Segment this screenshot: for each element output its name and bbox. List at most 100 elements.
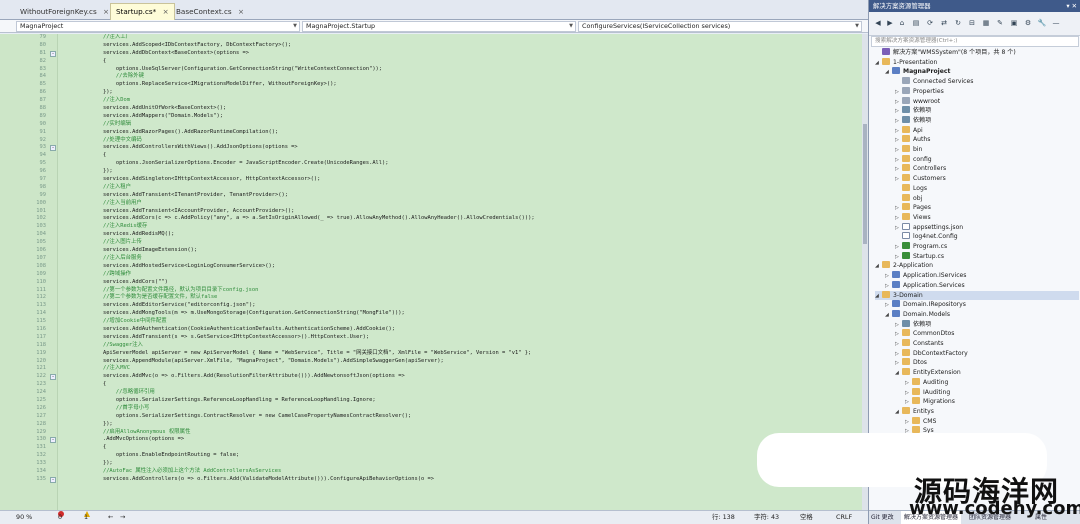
code-line[interactable]: 113 services.AddEditorService("editorcon… — [0, 302, 862, 310]
tree-item[interactable]: ▷ wwwroot — [895, 96, 1079, 107]
code-line[interactable]: 122- services.AddMvc(o => o.Filters.Add(… — [0, 373, 862, 381]
tree-item[interactable]: ◢ 3-Domain — [875, 290, 1079, 301]
tree-item[interactable]: ▷ Pages — [895, 203, 1079, 213]
nav-back-icon[interactable]: ← — [108, 511, 113, 524]
git-changes-tab[interactable]: Git 更改 — [871, 511, 894, 524]
code-line[interactable]: 132 options.EnableEndpointRouting = fals… — [0, 452, 862, 460]
code-line[interactable]: 105 //注入图片上传 — [0, 239, 862, 247]
switch-view-icon[interactable]: ▤ — [911, 18, 921, 28]
tree-item[interactable]: ◢ MagnaProject — [885, 67, 1079, 77]
collapse-toggle-icon[interactable]: - — [50, 145, 56, 152]
code-line[interactable]: 91 services.AddRazorPages().AddRazorRunt… — [0, 129, 862, 137]
zoom-level[interactable]: 90 % — [16, 511, 32, 524]
code-line[interactable]: 80 services.AddScoped<IDbContextFactory,… — [0, 42, 862, 50]
tree-item[interactable]: ▷ DbContextFactory — [895, 348, 1079, 359]
code-line[interactable]: 135- services.AddControllers(o => o.Filt… — [0, 476, 862, 484]
code-line[interactable]: 130- .AddMvcOptions(options => — [0, 436, 862, 444]
code-line[interactable]: 90 //实时编辑 — [0, 121, 862, 129]
tree-item[interactable]: log4net.Config — [895, 232, 1079, 242]
expanded-arrow-icon[interactable]: ◢ — [885, 68, 892, 78]
code-line[interactable]: 94 { — [0, 152, 862, 160]
indent-mode[interactable]: 空格 — [800, 511, 813, 524]
tree-item[interactable]: ▷ Auths — [895, 135, 1079, 145]
tree-item[interactable]: ▷ Views — [895, 212, 1079, 223]
tab-withoutforeignkey[interactable]: WithoutForeignKey.cs × — [14, 3, 115, 20]
tree-item[interactable]: ▷ Migrations — [905, 397, 1079, 407]
tree-item[interactable]: ▷ Domain.IRepositorys — [885, 300, 1079, 310]
close-icon[interactable]: × — [103, 7, 109, 16]
code-line[interactable]: 98 //注入租户 — [0, 184, 862, 192]
code-line[interactable]: 86 }); — [0, 89, 862, 97]
tree-item[interactable]: ▷ Api — [895, 125, 1079, 136]
collapse-toggle-icon[interactable]: - — [50, 476, 56, 483]
tree-item[interactable]: ▷ 依赖项 — [895, 106, 1079, 116]
nav-forward-icon[interactable]: → — [120, 511, 125, 524]
tree-item[interactable]: ▷ bin — [895, 145, 1079, 155]
code-line[interactable]: 119 ApiServerModel apiServer = new ApiSe… — [0, 350, 862, 358]
tree-item[interactable]: ▷ Application.Services — [885, 280, 1079, 291]
expanded-arrow-icon[interactable]: ◢ — [895, 369, 902, 379]
tree-item[interactable]: obj — [895, 193, 1079, 204]
tree-item[interactable]: 解决方案"WMSSystem"(8 个项目，共 8 个) — [875, 48, 1079, 58]
scrollbar-thumb[interactable] — [863, 124, 867, 244]
code-line[interactable]: 85 options.ReplaceService<IMigrationsMod… — [0, 81, 862, 89]
expanded-arrow-icon[interactable]: ◢ — [885, 311, 892, 321]
code-line[interactable]: 82 { — [0, 58, 862, 66]
code-line[interactable]: 106 services.AddImageExtension(); — [0, 247, 862, 255]
back-icon[interactable]: ◀ — [873, 18, 883, 28]
code-line[interactable]: 108 services.AddHostedService<LoginLogCo… — [0, 263, 862, 271]
home-icon[interactable]: ⌂ — [897, 18, 907, 28]
code-line[interactable]: 128 }); — [0, 421, 862, 429]
code-line[interactable]: 99 services.AddTransient<ITenantProvider… — [0, 192, 862, 200]
member-dropdown[interactable]: ConfigureServices(IServiceCollection ser… — [578, 21, 862, 32]
code-line[interactable]: 125 options.SerializerSettings.Reference… — [0, 397, 862, 405]
tree-item[interactable]: ▷ Properties — [895, 86, 1079, 97]
code-line[interactable]: 89 services.AddMappers("Domain.Models"); — [0, 113, 862, 121]
code-line[interactable]: 129 //启用AllowAnonymous 权限属性 — [0, 429, 862, 437]
close-icon[interactable]: × — [238, 7, 244, 16]
tree-item[interactable]: ◢ Entitys — [895, 406, 1079, 417]
tree-item[interactable]: ▷ Application.IServices — [885, 271, 1079, 281]
code-line[interactable]: 117 services.AddTransient(s => s.GetServ… — [0, 334, 862, 342]
tree-item[interactable]: ▷ CommonDtos — [895, 329, 1079, 339]
code-line[interactable]: 114 services.AddMongTools(m => m.UseMong… — [0, 310, 862, 318]
minus-icon[interactable]: — — [1051, 18, 1061, 28]
code-line[interactable]: 93- services.AddControllersWithViews().A… — [0, 144, 862, 152]
show-all-files-icon[interactable]: ▦ — [981, 18, 991, 28]
refresh-icon[interactable]: ↻ — [953, 18, 963, 28]
code-line[interactable]: 81- services.AddDbContext<BaseContext>(o… — [0, 50, 862, 58]
code-line[interactable]: 96 }); — [0, 168, 862, 176]
code-line[interactable]: 109 //跨域操作 — [0, 271, 862, 279]
tree-item[interactable]: ▷ CMS — [905, 416, 1079, 427]
collapse-all-icon[interactable]: ⊟ — [967, 18, 977, 28]
code-line[interactable]: 124 //忽略循环引用 — [0, 389, 862, 397]
tree-item[interactable]: ▷ IAuditing — [905, 387, 1079, 398]
collapse-toggle-icon[interactable]: - — [50, 437, 56, 444]
tree-item[interactable]: ◢ EntityExtension — [895, 368, 1079, 378]
tree-item[interactable]: ▷ Program.cs — [895, 242, 1079, 252]
tab-startup[interactable]: Startup.cs* × — [110, 3, 175, 20]
expanded-arrow-icon[interactable]: ◢ — [875, 59, 882, 69]
tree-item[interactable]: ◢ 1-Presentation — [875, 57, 1079, 69]
close-icon[interactable]: × — [163, 7, 169, 16]
code-line[interactable]: 127 options.SerializerSettings.ContractR… — [0, 413, 862, 421]
forward-icon[interactable]: ▶ — [885, 18, 895, 28]
code-line[interactable]: 110 services.AddCors("") — [0, 279, 862, 287]
pin-icon[interactable]: ▾ ✕ — [1066, 0, 1077, 12]
tree-item[interactable]: ▷ 依赖项 — [895, 319, 1079, 330]
tree-item[interactable]: ▷ Dtos — [895, 358, 1079, 368]
code-line[interactable]: 118 //Swagger注入 — [0, 342, 862, 350]
wrench-icon[interactable]: 🔧 — [1037, 18, 1047, 28]
code-line[interactable]: 112 //第二个参数为是否缓存配置文件，默认false — [0, 294, 862, 302]
code-line[interactable]: 97 services.AddSingleton<IHttpContextAcc… — [0, 176, 862, 184]
code-line[interactable]: 126 //首字母小写 — [0, 405, 862, 413]
code-line[interactable]: 116 services.AddAuthentication(CookieAut… — [0, 326, 862, 334]
project-dropdown[interactable]: MagnaProject ▼ — [16, 21, 300, 32]
code-line[interactable]: 115 //增加Cookie中间件配置 — [0, 318, 862, 326]
tree-item[interactable]: ▷ config — [895, 154, 1079, 165]
solution-explorer-search-input[interactable]: 搜索解决方案资源管理器(Ctrl+;) — [871, 36, 1079, 47]
code-line[interactable]: 103 //注入Redis缓存 — [0, 223, 862, 231]
code-line[interactable]: 92 //处理中文编码 — [0, 137, 862, 145]
code-line[interactable]: 104 services.AddRedisMQ(); — [0, 231, 862, 239]
code-line[interactable]: 100 //注入当前用户 — [0, 200, 862, 208]
